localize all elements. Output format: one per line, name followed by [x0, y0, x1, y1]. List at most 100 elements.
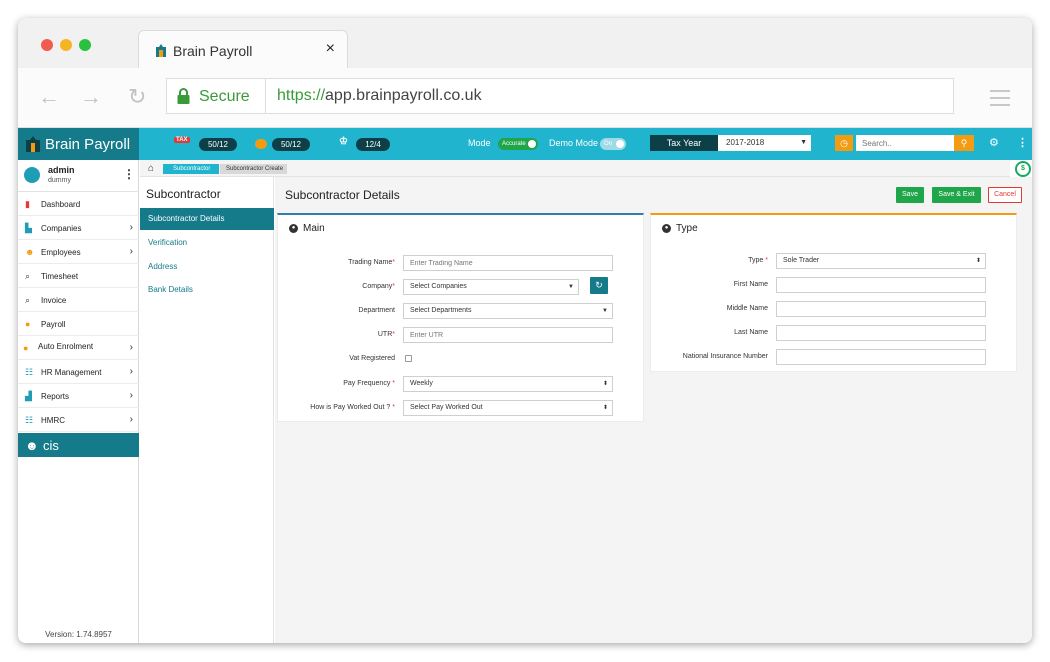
brand-logo-icon: [26, 136, 40, 152]
tax-year-label: Tax Year: [650, 135, 718, 151]
sidebar-item-label: Timesheet: [41, 272, 79, 281]
sidebar-item-hr-management[interactable]: ☷ HR Management ›: [18, 360, 139, 384]
cancel-button[interactable]: Cancel: [988, 187, 1022, 203]
type-panel-title: ● Type: [662, 223, 698, 234]
sidebar-item-hmrc[interactable]: ☷ HMRC ›: [18, 408, 139, 432]
sidebar-item-employees[interactable]: ☻ Employees ›: [18, 240, 139, 264]
top-bar: Brain Payroll TAX 50/12 50/12 ♔ 12/4 Mod…: [18, 128, 1032, 160]
more-vertical-icon[interactable]: ⋮: [1017, 136, 1028, 149]
search-input[interactable]: [856, 135, 954, 151]
main-panel-title: ● Main: [289, 223, 325, 234]
chevron-down-icon: ▼: [602, 308, 608, 314]
invoice-icon: ⌕: [25, 295, 31, 305]
sidebar-item-dashboard[interactable]: ▮ Dashboard: [18, 192, 139, 216]
department-select[interactable]: Select Departments ▼: [403, 303, 613, 319]
tax-year-select[interactable]: 2017-2018 ▼: [718, 135, 811, 151]
type-select[interactable]: Sole Trader ⬍: [776, 253, 986, 269]
pay-worked-select[interactable]: Select Pay Worked Out ⬍: [403, 400, 613, 416]
chevron-down-icon: ▼: [800, 139, 807, 146]
chevron-right-icon: ›: [129, 414, 133, 425]
user-menu-icon[interactable]: ⋮: [123, 167, 135, 181]
subnav-item-bank-details[interactable]: Bank Details: [140, 279, 274, 301]
pay-frequency-label: Pay Frequency *: [343, 380, 395, 387]
last-name-label: Last Name: [734, 329, 768, 336]
breadcrumb: ⌂ Subcontractor Subcontractor Create: [140, 160, 1010, 177]
vat-registered-checkbox[interactable]: [405, 355, 412, 362]
sidebar-item-invoice[interactable]: ⌕ Invoice: [18, 288, 139, 312]
utr-label: UTR*: [377, 331, 395, 338]
tab-close-icon[interactable]: ×: [326, 40, 335, 58]
user-circle-icon: ●: [289, 223, 298, 233]
user-block[interactable]: admin dummy ⋮: [18, 160, 139, 192]
address-bar: ← → ↻ Secure https://app.brainpayroll.co…: [18, 68, 1032, 128]
people-icon: ☻: [25, 247, 35, 257]
sidebar-item-auto-enrolment[interactable]: ● Auto Enrolment ›: [18, 336, 139, 360]
help-badge-icon[interactable]: $: [1015, 161, 1031, 177]
last-name-input[interactable]: [776, 325, 986, 341]
middle-name-input[interactable]: [776, 301, 986, 317]
forward-arrow-icon[interactable]: →: [80, 84, 102, 110]
clock-button[interactable]: ◷: [835, 135, 853, 151]
pay-frequency-row: Pay Frequency * Weekly ⬍: [278, 376, 645, 392]
crown-icon: ♔: [339, 136, 348, 147]
close-window-button[interactable]: [41, 39, 53, 51]
ni-number-input[interactable]: [776, 349, 986, 365]
browser-tab[interactable]: Brain Payroll ×: [138, 30, 348, 70]
sidebar-item-label: Invoice: [41, 296, 67, 305]
sidebar-item-label: Auto Enrolment: [38, 342, 94, 351]
refresh-companies-button[interactable]: ↻: [590, 277, 608, 294]
subnav-item-verification[interactable]: Verification: [140, 232, 274, 254]
sidebar-item-label: HR Management: [41, 368, 102, 377]
maximize-window-button[interactable]: [79, 39, 91, 51]
home-icon[interactable]: ⌂: [148, 163, 154, 174]
sidebar-item-label: Reports: [41, 392, 70, 401]
mode-toggle[interactable]: Accurate: [498, 138, 538, 150]
save-button[interactable]: Save: [896, 187, 924, 203]
sidebar-item-payroll[interactable]: ● Payroll: [18, 312, 139, 336]
department-row: Department Select Departments ▼: [278, 303, 645, 319]
search-button[interactable]: ⚲: [954, 135, 974, 151]
sidebar-item-reports[interactable]: ▟ Reports ›: [18, 384, 139, 408]
sidebar-item-label: cis: [43, 438, 59, 453]
url-protocol: https://: [277, 87, 326, 104]
middle-name-row: Middle Name: [651, 301, 1018, 317]
sidebar: admin dummy ⋮ ▮ Dashboard ▙ Companies › …: [18, 160, 139, 643]
settings-icon[interactable]: ⚙: [989, 136, 999, 149]
url-input[interactable]: Secure https://app.brainpayroll.co.uk: [166, 78, 954, 114]
counter-crown[interactable]: 12/4: [356, 138, 390, 151]
main-content: Subcontractor Details Save Save & Exit C…: [275, 177, 1032, 643]
sidebar-item-label: HMRC: [41, 416, 65, 425]
sidebar-item-label: Dashboard: [41, 200, 81, 209]
reload-icon[interactable]: ↻: [128, 84, 146, 110]
browser-titlebar: Brain Payroll ×: [18, 18, 1032, 70]
pay-frequency-value: Weekly: [410, 380, 433, 387]
utr-input[interactable]: [403, 327, 613, 343]
counter-tax[interactable]: 50/12: [199, 138, 237, 151]
breadcrumb-subcontractor[interactable]: Subcontractor: [163, 164, 220, 174]
subnav-item-address[interactable]: Address: [140, 256, 274, 278]
type-select-value: Sole Trader: [783, 257, 820, 264]
company-row: Company* Select Companies ▼ ↻: [278, 277, 645, 295]
timesheet-icon: ⌕: [25, 271, 31, 281]
subnav-item-details[interactable]: Subcontractor Details: [140, 208, 274, 230]
subnav-title: Subcontractor: [146, 187, 221, 201]
chevron-right-icon: ›: [129, 366, 133, 377]
save-exit-button[interactable]: Save & Exit: [932, 187, 981, 203]
brand[interactable]: Brain Payroll: [18, 128, 139, 160]
browser-menu-icon[interactable]: [990, 90, 1010, 111]
sidebar-item-timesheet[interactable]: ⌕ Timesheet: [18, 264, 139, 288]
sidebar-item-cis[interactable]: ☻ cis: [18, 433, 139, 457]
type-label: Type *: [748, 257, 768, 264]
type-label-text: Type: [748, 257, 766, 264]
report-icon: ▟: [25, 391, 32, 401]
back-arrow-icon[interactable]: ←: [38, 84, 60, 110]
sidebar-item-companies[interactable]: ▙ Companies ›: [18, 216, 139, 240]
counter-coins[interactable]: 50/12: [272, 138, 310, 151]
pay-frequency-select[interactable]: Weekly ⬍: [403, 376, 613, 392]
first-name-input[interactable]: [776, 277, 986, 293]
demo-mode-toggle[interactable]: On: [600, 138, 626, 150]
trading-name-input[interactable]: [403, 255, 613, 271]
minimize-window-button[interactable]: [60, 39, 72, 51]
version-text: Version: 1.74.8957: [45, 630, 112, 639]
company-select[interactable]: Select Companies ▼: [403, 279, 579, 295]
